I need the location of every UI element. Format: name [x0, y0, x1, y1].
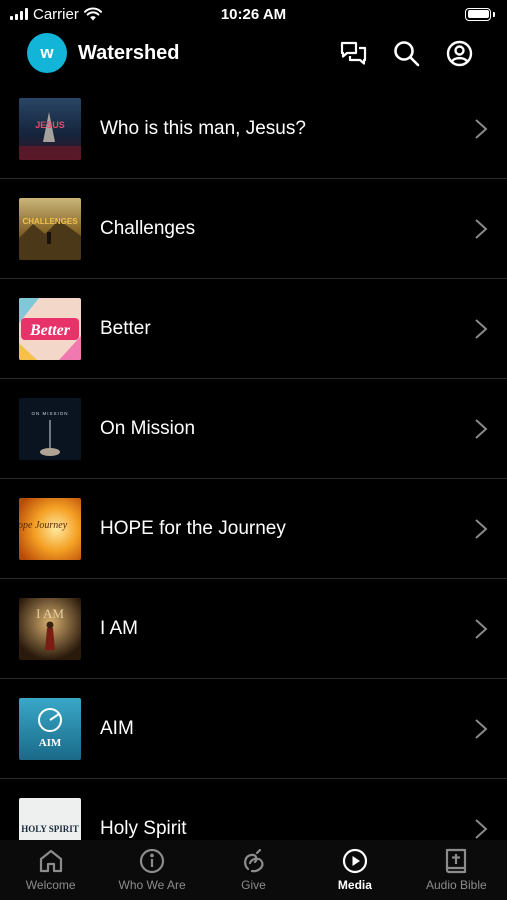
svg-text:HOLY SPIRIT: HOLY SPIRIT — [21, 824, 79, 834]
wifi-icon — [83, 7, 102, 21]
svg-text:AIM: AIM — [39, 737, 62, 749]
tab-label: Welcome — [25, 878, 76, 892]
list-item[interactable]: CHALLENGES Challenges — [0, 179, 507, 279]
tab-give[interactable]: Give — [203, 840, 304, 900]
list-item[interactable]: JESUS Who is this man, Jesus? — [0, 79, 507, 179]
tab-bar: Welcome Who We Are Give Media Audio Bibl… — [0, 840, 507, 900]
svg-text:CHALLENGES: CHALLENGES — [22, 217, 78, 226]
tab-media[interactable]: Media — [304, 840, 405, 900]
svg-text:Better: Better — [29, 322, 71, 339]
svg-text:ON MISSION: ON MISSION — [31, 411, 68, 416]
signal-icon — [10, 8, 28, 20]
chat-icon — [340, 41, 367, 65]
tab-label: Audio Bible — [425, 878, 487, 892]
series-thumbnail: I AM — [19, 597, 81, 660]
home-icon — [39, 849, 62, 873]
svg-text:JESUS: JESUS — [35, 120, 65, 130]
status-bar: Carrier 10:26 AM — [0, 0, 507, 28]
tab-who-we-are[interactable]: Who We Are — [101, 840, 202, 900]
chevron-right-icon — [475, 418, 488, 439]
account-icon — [446, 40, 473, 66]
list-item[interactable]: Better Better — [0, 279, 507, 379]
account-button[interactable] — [444, 38, 475, 69]
media-list: JESUS Who is this man, Jesus? CHALLENGES… — [0, 79, 507, 879]
list-item[interactable]: ON MISSION On Mission — [0, 379, 507, 479]
chevron-right-icon — [475, 618, 488, 639]
series-thumbnail: AIM — [19, 697, 81, 760]
item-title: On Mission — [100, 417, 196, 439]
series-thumbnail: ON MISSION — [19, 397, 81, 460]
app-screen: Carrier 10:26 AM w Watershed JESUS Who i… — [0, 0, 507, 900]
svg-text:Hope Journey: Hope Journey — [19, 520, 68, 531]
battery-icon — [465, 7, 495, 21]
series-thumbnail: Hope Journey — [19, 497, 81, 560]
tab-welcome[interactable]: Welcome — [0, 840, 101, 900]
list-item[interactable]: Hope Journey HOPE for the Journey — [0, 479, 507, 579]
chat-button[interactable] — [338, 38, 369, 69]
tab-label: Who We Are — [118, 878, 186, 892]
chevron-right-icon — [475, 118, 488, 139]
series-thumbnail: JESUS — [19, 97, 81, 160]
series-thumbnail: Better — [19, 297, 81, 360]
chevron-right-icon — [475, 318, 488, 339]
search-icon — [394, 40, 420, 66]
bible-icon — [446, 848, 467, 874]
app-logo[interactable]: w — [27, 33, 67, 73]
header-actions — [338, 38, 475, 69]
item-title: Challenges — [100, 217, 196, 239]
list-item[interactable]: AIM AIM — [0, 679, 507, 779]
svg-text:I AM: I AM — [36, 606, 64, 621]
tab-label: Media — [337, 878, 372, 892]
tab-audio-bible[interactable]: Audio Bible — [406, 840, 507, 900]
search-button[interactable] — [391, 38, 422, 69]
item-title: Who is this man, Jesus? — [100, 117, 306, 139]
list-item[interactable]: I AM I AM — [0, 579, 507, 679]
item-title: HOPE for the Journey — [100, 517, 286, 539]
carrier-label: Carrier — [33, 5, 79, 23]
status-left: Carrier — [10, 6, 102, 23]
chevron-right-icon — [475, 218, 488, 239]
item-title: Better — [100, 317, 151, 339]
give-icon — [243, 848, 263, 873]
item-title: Holy Spirit — [100, 817, 187, 839]
item-title: I AM — [100, 617, 139, 639]
item-title: AIM — [100, 717, 134, 739]
chevron-right-icon — [475, 518, 488, 539]
chevron-right-icon — [475, 818, 488, 839]
info-icon — [140, 848, 165, 874]
play-icon — [342, 848, 368, 874]
series-thumbnail: CHALLENGES — [19, 197, 81, 260]
tab-label: Give — [241, 878, 266, 892]
chevron-right-icon — [475, 718, 488, 739]
logo-letter: w — [40, 43, 54, 62]
app-header: w Watershed — [0, 28, 507, 78]
app-title: Watershed — [78, 41, 180, 64]
